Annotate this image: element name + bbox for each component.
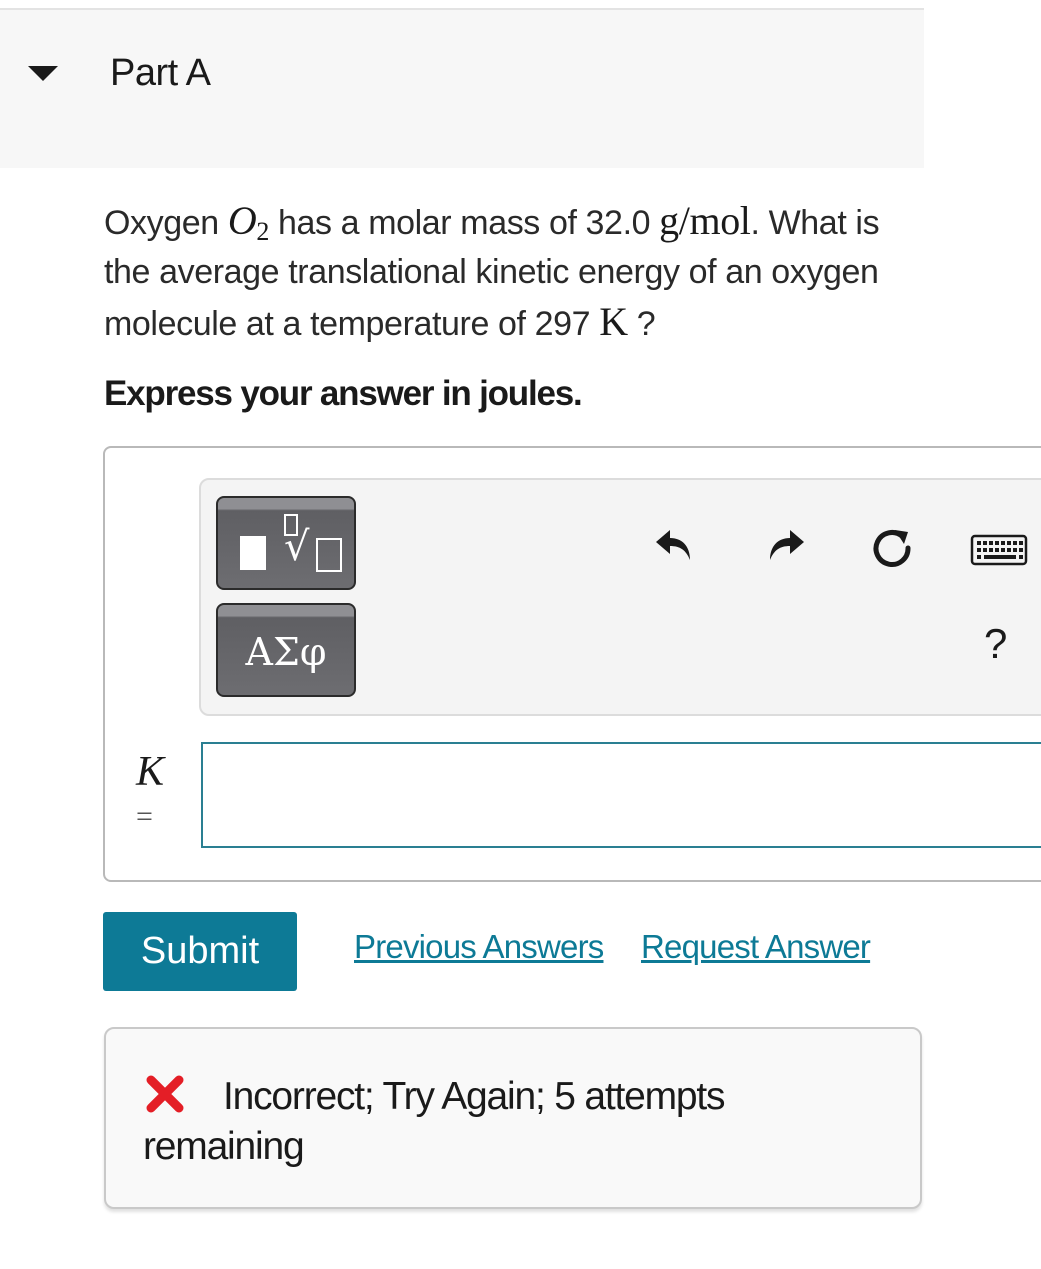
question-text: Oxygen O2 has a molar mass of 32.0 g/mol…	[104, 196, 924, 349]
previous-answers-link[interactable]: Previous Answers	[354, 928, 604, 966]
reset-icon[interactable]	[868, 524, 916, 572]
submit-button[interactable]: Submit	[103, 912, 297, 991]
answer-variable: K	[136, 749, 165, 795]
molar-mass-unit: g/mol	[659, 198, 751, 243]
templates-button[interactable]: √	[216, 496, 356, 590]
symbols-button[interactable]: ΑΣφ	[216, 603, 356, 697]
template-box-outline	[316, 538, 342, 572]
question-text-4: ?	[627, 305, 656, 343]
temperature-unit: K	[599, 299, 628, 344]
question-text-1: Oxygen	[104, 204, 228, 242]
request-answer-link[interactable]: Request Answer	[641, 928, 871, 966]
species-formula: O2	[227, 198, 269, 246]
species-symbol: O	[227, 198, 257, 243]
template-box-solid	[240, 536, 266, 570]
help-icon[interactable]: ?	[984, 620, 1007, 668]
species-subscript: 2	[256, 217, 269, 246]
answer-instruction: Express your answer in joules.	[104, 374, 583, 413]
keyboard-icon[interactable]	[970, 532, 1028, 568]
question-text-2: has a molar mass of 32.0	[268, 204, 660, 242]
redo-icon[interactable]	[762, 522, 806, 566]
radical-sign-icon: √	[284, 524, 310, 570]
undo-icon[interactable]	[654, 522, 698, 566]
caret-down-icon[interactable]	[28, 66, 58, 81]
part-title[interactable]: Part A	[110, 52, 211, 95]
symbols-label: ΑΣφ	[245, 630, 327, 674]
feedback-message: Incorrect; Try Again; 5 attempts remaini…	[143, 1075, 726, 1168]
answer-input[interactable]	[201, 742, 1041, 848]
equals-sign: =	[136, 800, 153, 833]
